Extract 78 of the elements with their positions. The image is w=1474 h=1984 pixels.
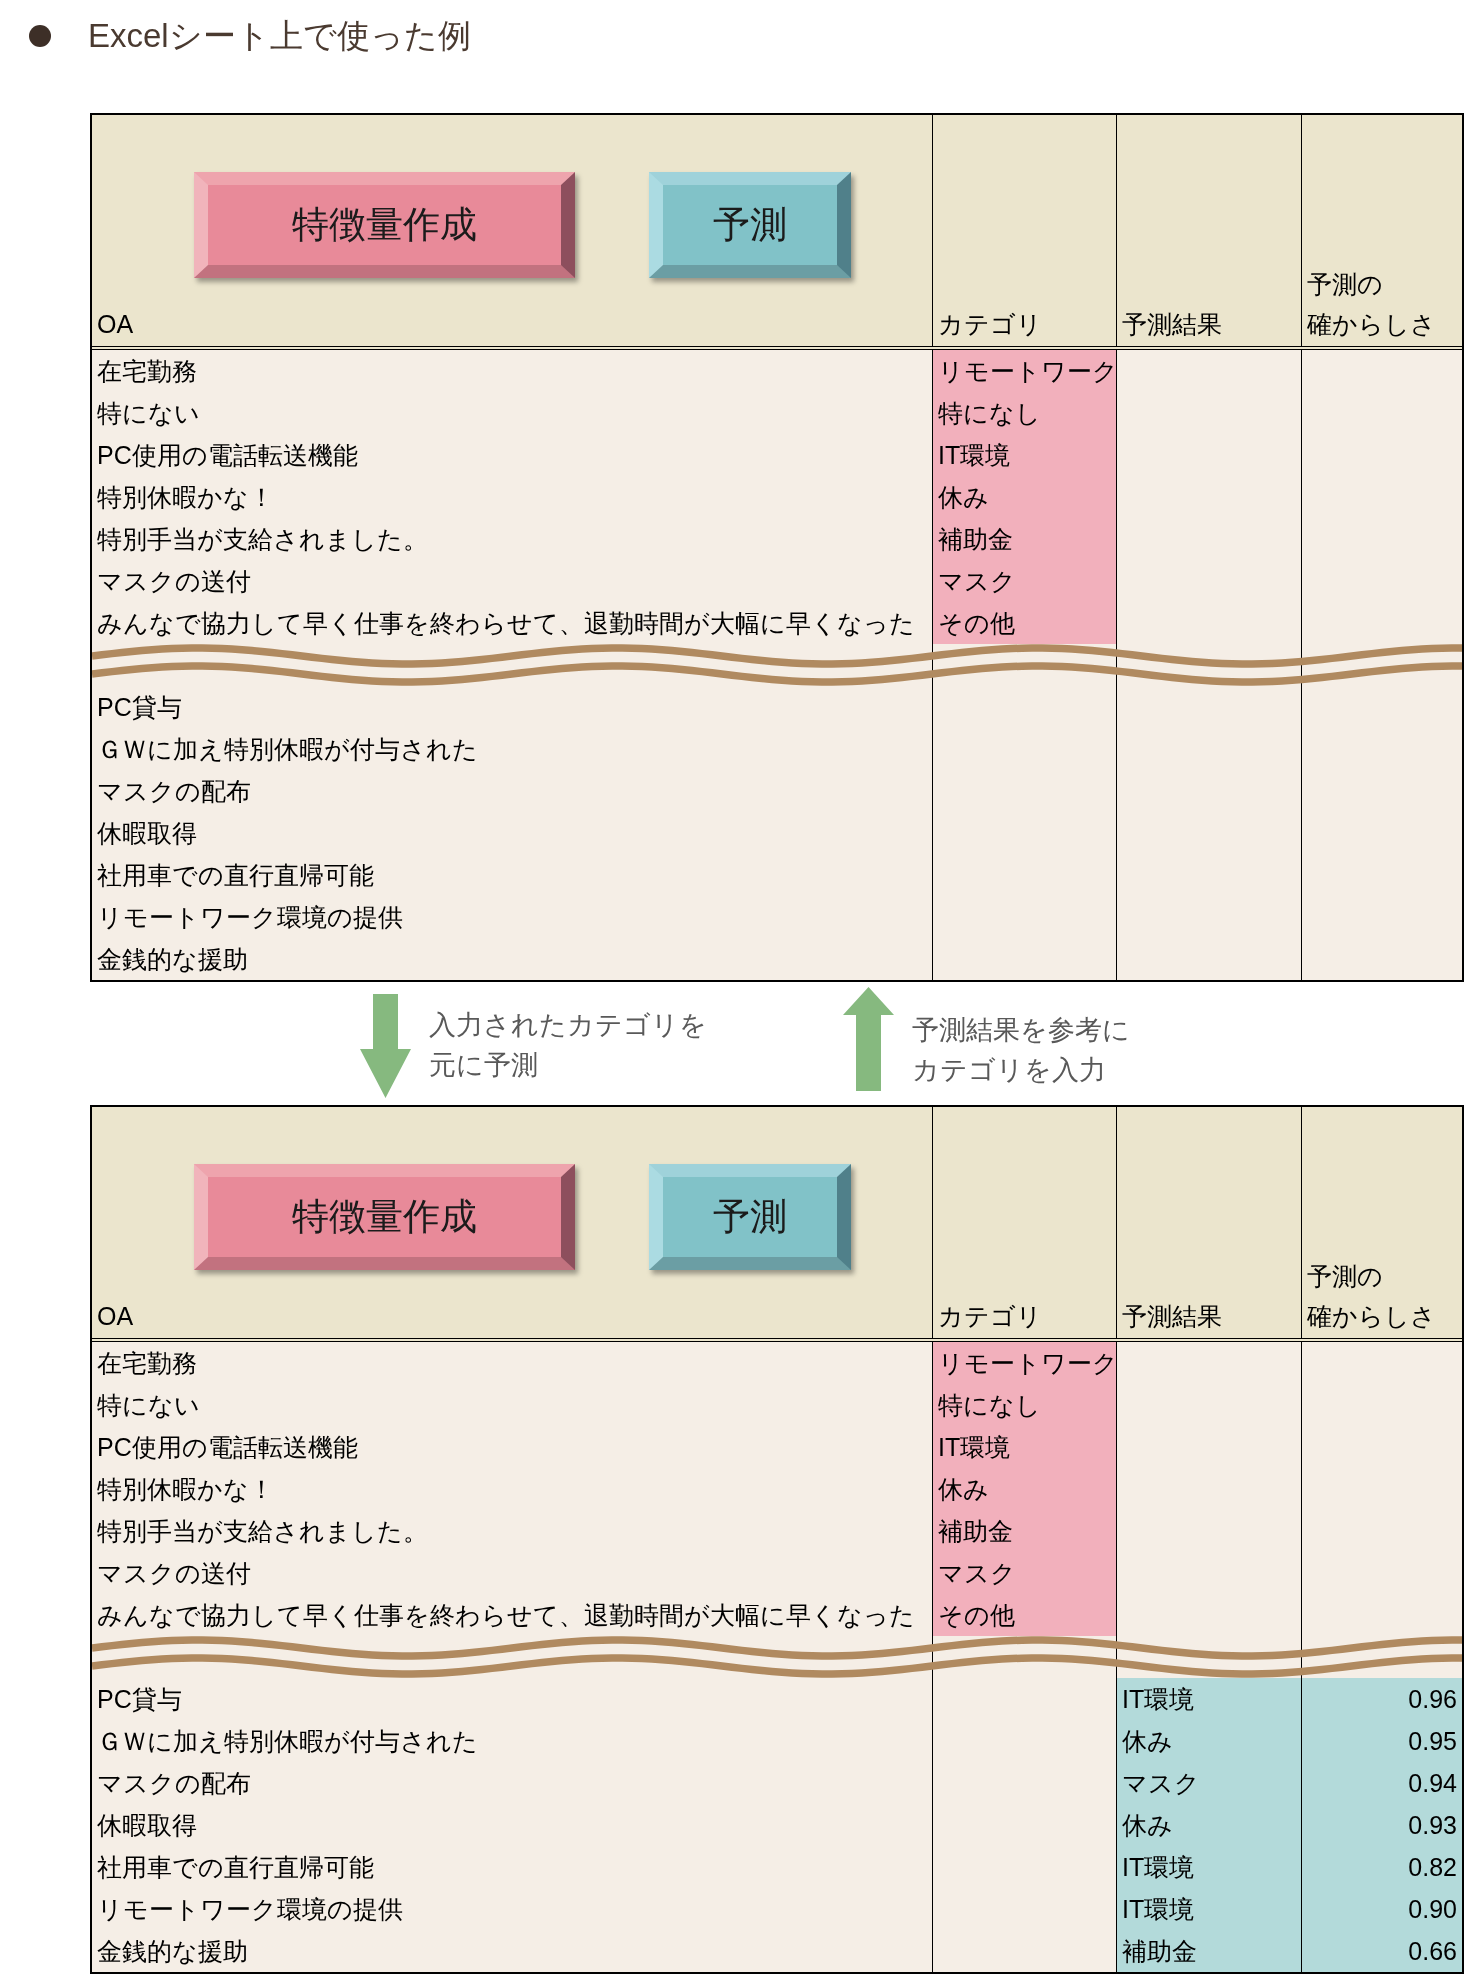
- oa-cell-text: 特にない: [96, 1390, 201, 1421]
- oa-cell-text: 特別手当が支給されました。: [96, 524, 429, 555]
- oa-cell-text: 特別休暇かな！: [96, 482, 275, 513]
- column-header: OA: [97, 1301, 134, 1332]
- prediction-cell: 休み: [1116, 1720, 1301, 1762]
- flow-caption: 入力されたカテゴリを: [429, 1009, 707, 1042]
- column-header: 確からしさ: [1307, 1301, 1436, 1332]
- oa-cell-text: 休暇取得: [96, 818, 198, 849]
- prediction-cell: マスク: [1116, 1762, 1301, 1804]
- category-cell: 補助金: [932, 1510, 1116, 1552]
- column-header: 予測結果: [1122, 309, 1222, 340]
- column-header: 予測の: [1307, 1261, 1383, 1292]
- flow-caption: カテゴリを入力: [912, 1054, 1106, 1087]
- column-header: カテゴリ: [938, 309, 1042, 340]
- oa-cell-text: 金銭的な援助: [96, 944, 249, 975]
- column-header: 予測の: [1307, 269, 1383, 300]
- create-features-button[interactable]: 特徴量作成: [194, 172, 575, 278]
- confidence-cell: 0.94: [1301, 1762, 1462, 1804]
- oa-cell-text: ＧＷに加え特別休暇が付与された: [96, 734, 479, 765]
- oa-cell-text: 特にない: [96, 398, 201, 429]
- oa-cell-text: マスクの配布: [96, 776, 252, 807]
- category-cell: リモートワーク: [932, 1342, 1116, 1384]
- oa-cell-text: 社用車での直行直帰可能: [96, 1852, 375, 1883]
- category-cell: 休み: [932, 476, 1116, 518]
- category-cell: その他: [932, 1594, 1116, 1636]
- oa-cell-text: 在宅勤務: [96, 1348, 198, 1379]
- oa-cell-text: ＧＷに加え特別休暇が付与された: [96, 1726, 479, 1757]
- oa-cell-text: みんなで協力して早く仕事を終わらせて、退勤時間が大幅に早くなった: [96, 608, 916, 639]
- oa-cell-text: PC貸与: [96, 692, 183, 723]
- oa-cell-text: みんなで協力して早く仕事を終わらせて、退勤時間が大幅に早くなった: [96, 1600, 916, 1631]
- confidence-cell: 0.82: [1301, 1846, 1462, 1888]
- up-arrow-icon: [843, 987, 894, 1091]
- prediction-cell: IT環境: [1116, 1846, 1301, 1888]
- category-cell: その他: [932, 602, 1116, 644]
- category-cell: 特になし: [932, 392, 1116, 434]
- oa-cell-text: PC使用の電話転送機能: [96, 1432, 359, 1463]
- oa-cell-text: マスクの送付: [96, 566, 252, 597]
- oa-cell-text: リモートワーク環境の提供: [96, 1894, 404, 1925]
- flow-caption: 元に予測: [429, 1049, 538, 1082]
- oa-cell-text: リモートワーク環境の提供: [96, 902, 404, 933]
- column-header: OA: [97, 309, 134, 340]
- category-cell: マスク: [932, 560, 1116, 602]
- oa-cell-text: 金銭的な援助: [96, 1936, 249, 1967]
- oa-cell-text: 在宅勤務: [96, 356, 198, 387]
- category-cell: リモートワーク: [932, 350, 1116, 392]
- prediction-cell: IT環境: [1116, 1888, 1301, 1930]
- column-header: 確からしさ: [1307, 309, 1436, 340]
- category-cell: IT環境: [932, 1426, 1116, 1468]
- confidence-cell: 0.95: [1301, 1720, 1462, 1762]
- category-cell: IT環境: [932, 434, 1116, 476]
- oa-cell-text: 休暇取得: [96, 1810, 198, 1841]
- confidence-cell: 0.96: [1301, 1678, 1462, 1720]
- confidence-cell: 0.90: [1301, 1888, 1462, 1930]
- category-cell: 特になし: [932, 1384, 1116, 1426]
- category-cell: マスク: [932, 1552, 1116, 1594]
- category-cell: 休み: [932, 1468, 1116, 1510]
- oa-cell-text: PC貸与: [96, 1684, 183, 1715]
- oa-cell-text: PC使用の電話転送機能: [96, 440, 359, 471]
- prediction-cell: 休み: [1116, 1804, 1301, 1846]
- confidence-cell: 0.93: [1301, 1804, 1462, 1846]
- confidence-cell: 0.66: [1301, 1930, 1462, 1972]
- flow-caption: 予測結果を参考に: [912, 1014, 1130, 1047]
- predict-button[interactable]: 予測: [649, 172, 851, 278]
- create-features-button[interactable]: 特徴量作成: [194, 1164, 575, 1270]
- down-arrow-icon: [360, 994, 411, 1098]
- oa-cell-text: 特別手当が支給されました。: [96, 1516, 429, 1547]
- oa-cell-text: 社用車での直行直帰可能: [96, 860, 375, 891]
- prediction-cell: 補助金: [1116, 1930, 1301, 1972]
- column-header: カテゴリ: [938, 1301, 1042, 1332]
- oa-cell-text: マスクの送付: [96, 1558, 252, 1589]
- prediction-cell: IT環境: [1116, 1678, 1301, 1720]
- section-heading: Excelシート上で使った例: [88, 16, 471, 56]
- bullet-icon: [29, 25, 51, 47]
- predict-button[interactable]: 予測: [649, 1164, 851, 1270]
- column-header: 予測結果: [1122, 1301, 1222, 1332]
- category-cell: 補助金: [932, 518, 1116, 560]
- oa-cell-text: マスクの配布: [96, 1768, 252, 1799]
- oa-cell-text: 特別休暇かな！: [96, 1474, 275, 1505]
